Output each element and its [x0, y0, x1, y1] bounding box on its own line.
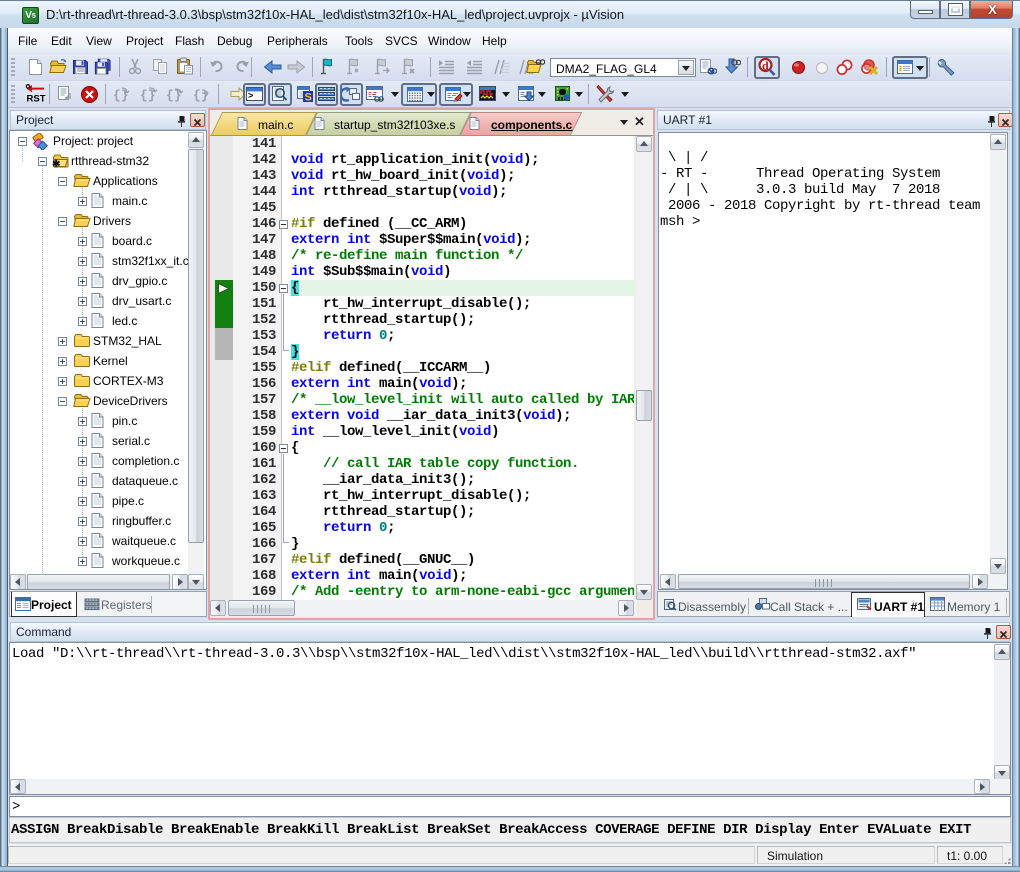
svg-text:RST: RST [27, 94, 46, 105]
svg-text:S: S [305, 92, 312, 104]
svg-text:>: > [248, 92, 253, 102]
svg-text:d: d [762, 59, 769, 73]
svg-text:✱: ✱ [52, 159, 61, 168]
svg-text:{}: {} [193, 88, 209, 103]
